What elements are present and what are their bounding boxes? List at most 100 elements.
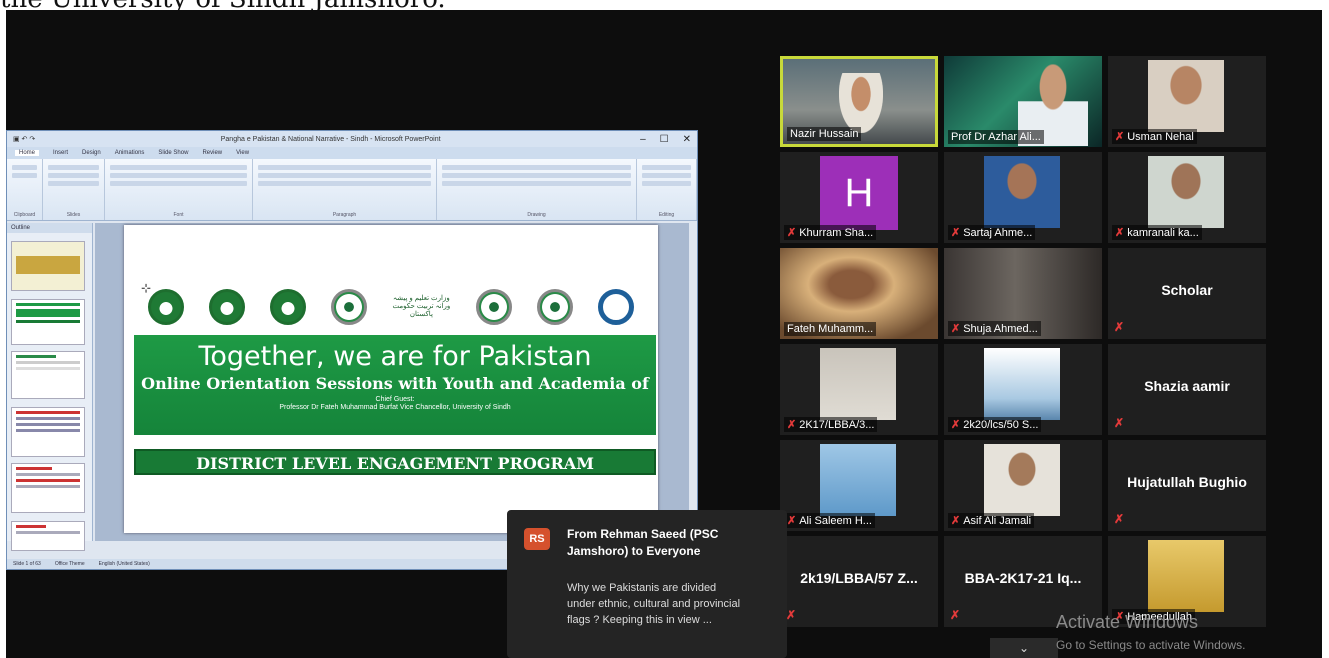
muted-mic-icon: ✗ [786,608,797,622]
muted-mic-icon: ✗ [1114,320,1125,334]
chat-message: Why we Pakistanis are divided under ethn… [567,582,741,626]
participant-name: Nazir Hussain [787,127,862,141]
participant-photo [820,348,896,420]
pakistan-crescent-logo [148,289,185,325]
pakistan-crescent-logo [269,289,306,325]
chat-sender: From Rehman Saeed (PSC Jamshoro) to Ever… [567,527,719,558]
ppt-tab-animations[interactable]: Animations [115,150,145,156]
status-language: English (United States) [98,561,150,567]
chat-notification[interactable]: RS From Rehman Saeed (PSC Jamshoro) to E… [507,510,787,658]
slide-thumbnail[interactable] [11,241,85,291]
maximize-icon[interactable]: ☐ [660,134,669,145]
status-slide-count: Slide 1 of 63 [13,561,41,567]
participant-name: Shazia aamir [1144,378,1230,394]
slide-thumbnail[interactable] [11,407,85,457]
slide-thumbnail[interactable] [11,521,85,551]
current-slide: ⊹ وزارت تعلیم و پیشہ ورانہ تربیت حکومت پ… [124,225,658,533]
participant-tile[interactable]: ✗ Shuja Ahmed... [944,248,1102,339]
ppt-window-title: Pangha e Pakistan & National Narrative -… [220,135,441,143]
ppt-quick-access-icon[interactable]: ▣ ↶ ↷ [13,135,35,143]
participant-name: Hujatullah Bughio [1127,474,1247,490]
ppt-ribbon: Clipboard Slides Font Paragraph Drawing … [7,159,697,221]
slide-logos-row: وزارت تعلیم و پیشہ ورانہ تربیت حکومت پاک… [136,283,646,331]
ribbon-group-drawing[interactable]: Drawing [437,159,637,220]
muted-mic-icon: ✗ [951,515,961,527]
outline-tab[interactable]: Outline [7,223,92,233]
ppt-tab-view[interactable]: View [236,150,249,156]
slide-thumbnail[interactable] [11,351,85,399]
activate-windows-watermark: Activate Windows [1056,612,1199,632]
ppt-tab-design[interactable]: Design [82,150,101,156]
ribbon-group-editing[interactable]: Editing [637,159,697,220]
participant-tile[interactable]: Hujatullah Bughio ✗ [1108,440,1266,531]
ministry-logo-text: وزارت تعلیم و پیشہ ورانہ تربیت حکومت پاک… [392,295,451,318]
participant-tile[interactable]: ✗ 2k20/lcs/50 S... [944,344,1102,435]
muted-mic-icon: ✗ [1115,227,1125,239]
muted-mic-icon: ✗ [951,323,961,335]
status-theme: Office Theme [54,561,85,567]
participant-tile[interactable]: ✗ Asif Ali Jamali [944,440,1102,531]
muted-mic-icon: ✗ [787,227,797,239]
ribbon-group-paragraph[interactable]: Paragraph [253,159,437,220]
participant-tile[interactable]: 2k19/LBBA/57 Z... ✗ [780,536,938,627]
participant-photo [1148,156,1224,228]
ppt-title-bar: ▣ ↶ ↷ Pangha e Pakistan & National Narra… [7,131,697,147]
participant-name: ✗ Sartaj Ahme... [948,225,1036,240]
participant-photo [1148,540,1224,612]
chief-guest-label: Chief Guest: [375,396,415,403]
participant-tile[interactable]: Fateh Muhamm... [780,248,938,339]
partner-ring-logo [597,289,634,325]
slide-headline: Together, we are for Pakistan [198,341,592,372]
participant-name: Fateh Muhamm... [784,322,877,336]
participant-tile[interactable]: ✗ 2K17/LBBA/3... [780,344,938,435]
slide-title-banner: Together, we are for Pakistan Online Ori… [134,335,656,435]
ribbon-group-slides[interactable]: Slides [43,159,105,220]
participant-photo [984,444,1060,516]
muted-mic-icon: ✗ [951,227,961,239]
institute-seal-logo [536,289,573,325]
participant-tile[interactable]: Prof Dr Azhar Ali... [944,56,1102,147]
participant-name: ✗ Khurram Sha... [784,225,877,240]
muted-mic-icon: ✗ [1115,131,1125,143]
participant-photo [984,348,1060,420]
muted-mic-icon: ✗ [787,419,797,431]
minimize-icon[interactable]: – [640,134,646,145]
participant-tile[interactable]: ✗ Sartaj Ahme... [944,152,1102,243]
muted-mic-icon: ✗ [1114,416,1125,430]
slide-thumbnail[interactable] [11,299,85,345]
slide-subheadline: Online Orientation Sessions with Youth a… [141,374,649,393]
participant-tile[interactable]: Nazir Hussain [780,56,938,147]
muted-mic-icon: ✗ [1114,512,1125,526]
participant-avatar: H [820,156,898,230]
ppt-tab-review[interactable]: Review [202,150,222,156]
ppt-tab-home[interactable]: Home [15,150,40,156]
close-icon[interactable]: ✕ [683,134,691,145]
chevron-down-icon[interactable]: ⌄ [990,638,1058,658]
muted-mic-icon: ✗ [950,608,961,622]
participant-photo [820,444,896,516]
ppt-tab-slide-show[interactable]: Slide Show [158,150,188,156]
sender-avatar: RS [524,528,550,550]
participant-name: ✗ Usman Nehal [1112,129,1197,144]
ribbon-group-font[interactable]: Font [105,159,253,220]
government-emblem-logo [330,289,367,325]
participant-name: ✗ Ali Saleem H... [784,513,875,528]
participant-face [839,73,883,133]
muted-mic-icon: ✗ [787,515,797,527]
participant-tile[interactable]: Shazia aamir ✗ [1108,344,1266,435]
ppt-tab-insert[interactable]: Insert [53,150,68,156]
slide-scrollbar[interactable] [689,223,697,541]
participant-tile[interactable]: ✗ kamranali ka... [1108,152,1266,243]
ribbon-group-clipboard[interactable]: Clipboard [7,159,43,220]
participant-photo [984,156,1060,228]
university-seal-logo [476,289,513,325]
participant-tile[interactable]: Scholar ✗ [1108,248,1266,339]
ppt-ribbon-tabs: Home Insert Design Animations Slide Show… [7,147,697,159]
participant-name: BBA-2K17-21 Iq... [964,570,1082,586]
participant-tile[interactable]: ✗ Usman Nehal [1108,56,1266,147]
slide-thumbnail-pane: Outline [7,223,93,551]
slide-program-bar: DISTRICT LEVEL ENGAGEMENT PROGRAM [134,449,656,475]
participant-tile[interactable]: ✗ Ali Saleem H... [780,440,938,531]
participant-tile[interactable]: H ✗ Khurram Sha... [780,152,938,243]
slide-thumbnail[interactable] [11,463,85,513]
